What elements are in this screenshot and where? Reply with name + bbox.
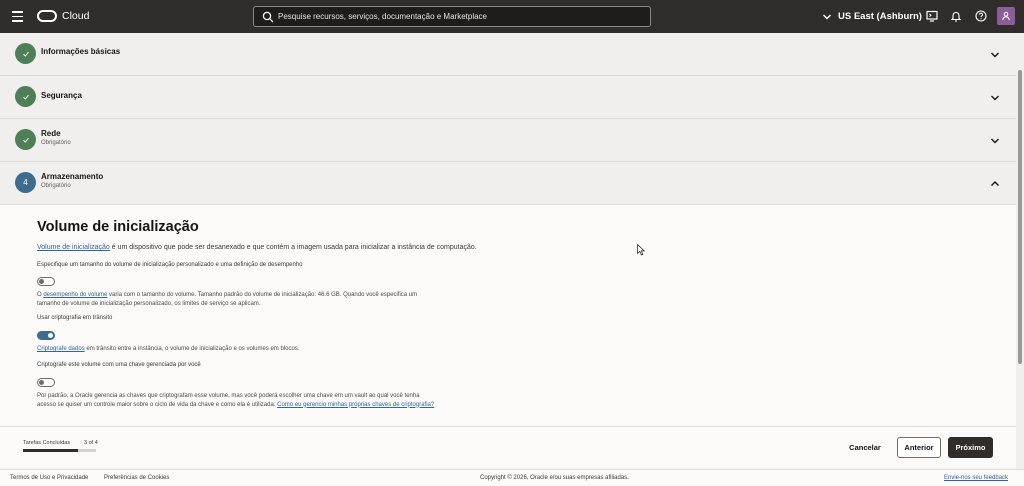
tasks-completed-label: Tarefas Concluídas — [23, 440, 71, 446]
check-icon — [15, 129, 36, 150]
user-avatar[interactable] — [997, 7, 1015, 25]
section-title: Informações básicas — [41, 47, 121, 56]
wizard-content: Informações básicas Segurança Rede Obrig… — [0, 33, 1016, 426]
tasks-completed-count: 3 of 4 — [84, 440, 98, 446]
tasks-progress-fill — [23, 449, 78, 452]
terms-privacy-link[interactable]: Termos de Uso e Privacidade — [10, 475, 88, 481]
transit-text: em trânsito entre a instância, o volume … — [84, 346, 300, 352]
section-storage[interactable]: 4 Armazenamento Obrigatório — [0, 162, 1016, 205]
chevron-down-icon[interactable] — [990, 93, 1000, 103]
customer-managed-key-toggle[interactable] — [37, 378, 55, 387]
mouse-cursor-icon — [637, 244, 645, 256]
search-input[interactable] — [278, 9, 638, 24]
in-transit-encryption-label: Usar criptografia em trânsito — [37, 315, 113, 321]
copyright-text: Copyright © 2026, Oracle e/ou suas empre… — [480, 475, 629, 481]
page-footer: Termos de Uso e Privacidade Preferências… — [0, 469, 1024, 486]
cloud-shell-icon[interactable] — [926, 10, 938, 22]
section-required-label: Obrigatório — [41, 140, 71, 146]
boot-volume-title: Volume de inicialização — [37, 219, 199, 235]
vertical-scrollbar[interactable] — [1016, 33, 1024, 469]
in-transit-encryption-text: Criptografe dados em trânsito entre a in… — [37, 345, 299, 354]
cmk-text-2: acesso se quiser um controle maior sobre… — [37, 401, 278, 408]
chevron-down-icon[interactable] — [990, 136, 1000, 146]
feedback-link[interactable]: Envie-nos seu feedback — [944, 475, 1008, 481]
volume-performance-text: O desempenho do volume varia com o taman… — [37, 291, 417, 308]
check-icon — [15, 43, 36, 64]
volume-performance-link[interactable]: desempenho do volume — [43, 292, 107, 298]
customer-managed-key-text: Por padrão, a Oracle gerencia as chaves … — [37, 392, 434, 409]
section-title: Armazenamento — [41, 172, 104, 181]
section-required-label: Obrigatório — [41, 183, 71, 189]
perf-text-1: varia com o tamanho do volume. Tamanho p… — [107, 292, 418, 298]
in-transit-encryption-toggle[interactable] — [37, 331, 55, 340]
perf-text-2: tamanho de volume de inicialização perso… — [37, 300, 261, 307]
search-icon — [262, 11, 274, 23]
next-button[interactable]: Próximo — [948, 437, 993, 458]
region-label: US East (Ashburn) — [838, 11, 922, 22]
encrypt-data-link[interactable]: Criptografe dados — [37, 346, 85, 352]
app-name[interactable]: Cloud — [62, 10, 89, 22]
customer-managed-key-label: Criptografe este volume com uma chave ge… — [37, 362, 201, 368]
boot-volume-link[interactable]: Volume de inicialização — [37, 244, 110, 251]
custom-size-label: Especifique um tamanho do volume de inic… — [37, 262, 303, 268]
manage-keys-link[interactable]: Como eu gerencio minhas próprias chaves … — [277, 402, 434, 408]
cancel-button[interactable]: Cancelar — [843, 437, 887, 458]
chevron-up-icon[interactable] — [990, 179, 1000, 189]
oracle-logo-icon[interactable] — [37, 10, 57, 22]
section-title: Segurança — [41, 91, 82, 100]
previous-button[interactable]: Anterior — [897, 437, 941, 458]
intro-text: é um dispositivo que pode ser desanexado… — [109, 244, 477, 251]
section-title: Rede — [41, 129, 61, 138]
region-selector[interactable]: US East (Ashburn) — [822, 11, 922, 22]
hamburger-menu-icon[interactable] — [12, 11, 23, 22]
cookie-preferences-link[interactable]: Preferências de Cookies — [104, 475, 169, 481]
cmk-text-1: Por padrão, a Oracle gerencia as chaves … — [37, 393, 420, 399]
check-icon — [15, 86, 36, 107]
help-icon[interactable] — [975, 10, 987, 22]
chevron-down-icon[interactable] — [990, 50, 1000, 60]
top-navigation-bar: Cloud US East (Ashburn) — [0, 0, 1024, 33]
user-icon — [1002, 11, 1010, 21]
custom-size-toggle[interactable] — [37, 277, 55, 286]
section-basic-info[interactable]: Informações básicas — [0, 33, 1016, 76]
storage-panel: Volume de inicialização Volume de inicia… — [0, 205, 1016, 426]
wizard-action-bar: Tarefas Concluídas 3 of 4 Cancelar Anter… — [0, 426, 1016, 468]
search-bar[interactable] — [253, 6, 651, 27]
notifications-bell-icon[interactable] — [950, 10, 962, 22]
chevron-down-icon — [823, 14, 831, 19]
tasks-progress-bar — [23, 449, 96, 452]
section-network[interactable]: Rede Obrigatório — [0, 119, 1016, 162]
step-number-badge: 4 — [15, 172, 36, 193]
section-security[interactable]: Segurança — [0, 76, 1016, 119]
scrollbar-thumb[interactable] — [1018, 70, 1022, 364]
boot-volume-intro: Volume de inicialização é um dispositivo… — [37, 243, 477, 252]
